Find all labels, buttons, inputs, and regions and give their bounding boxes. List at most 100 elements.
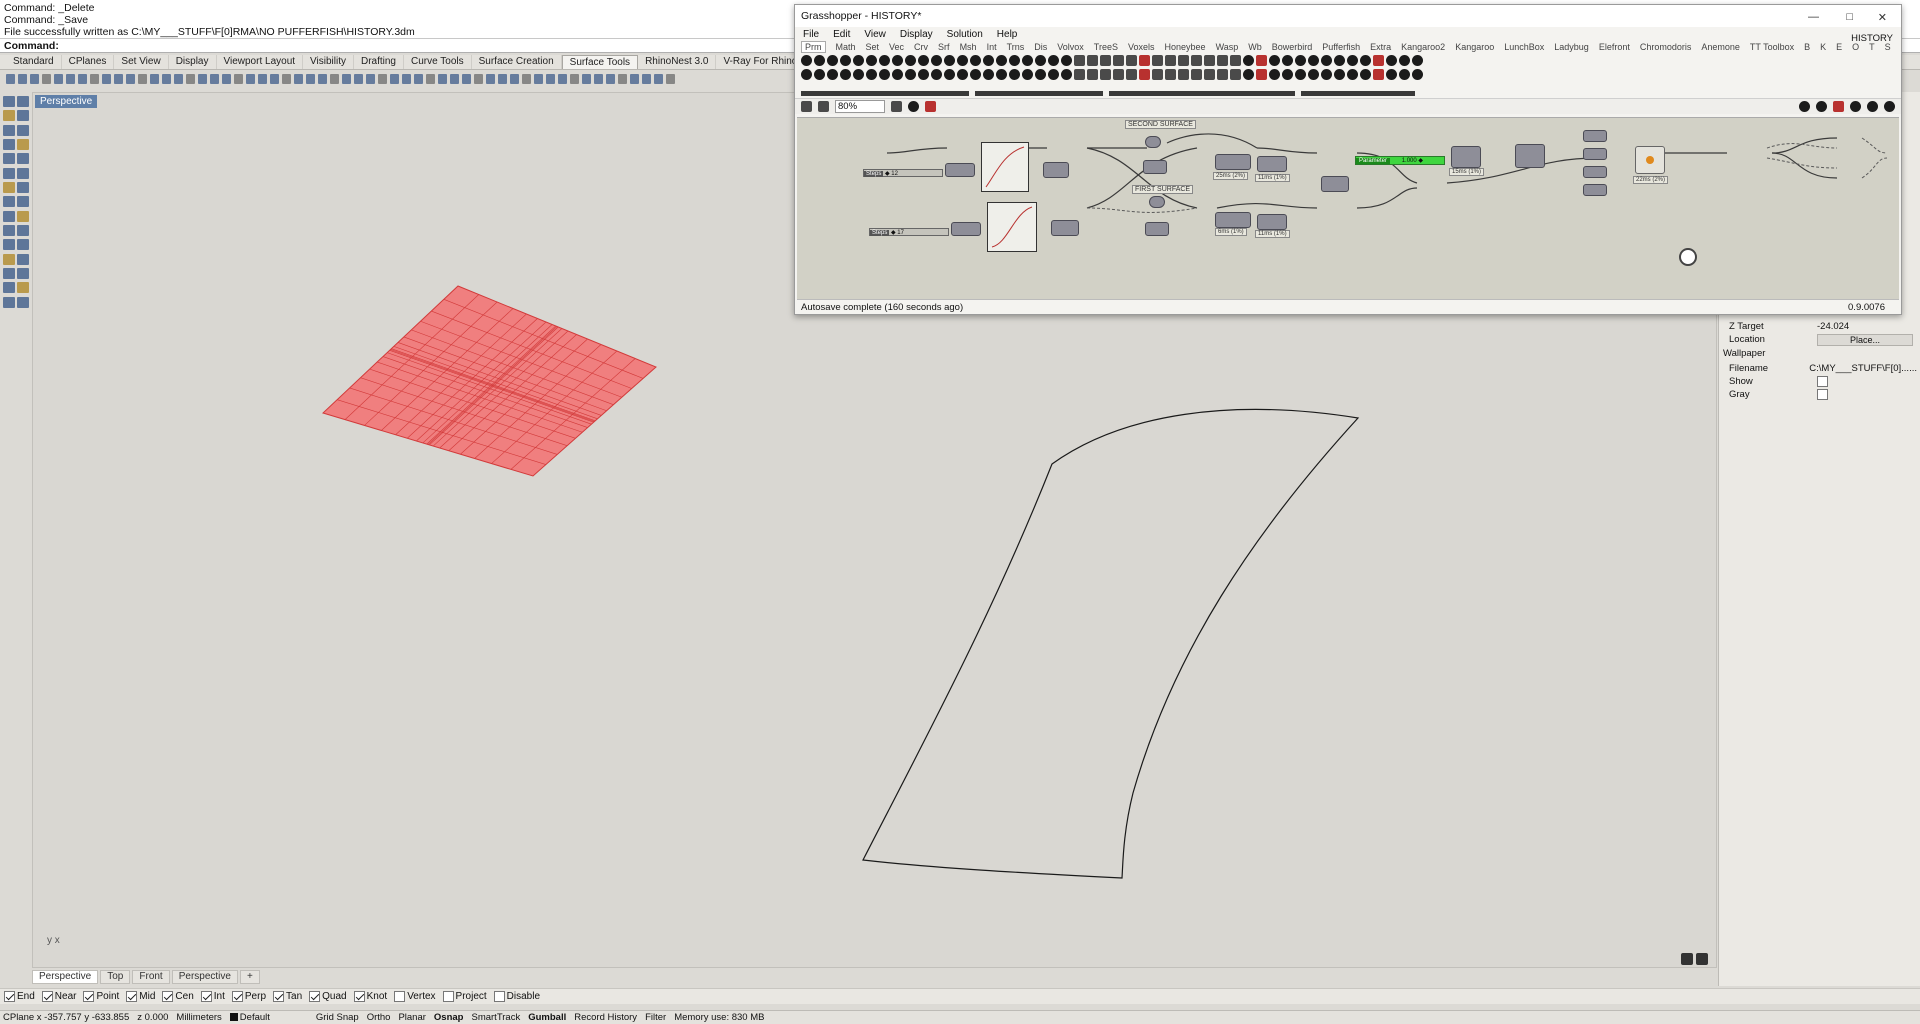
component-icon[interactable] bbox=[1178, 69, 1189, 80]
component-icon[interactable] bbox=[879, 55, 890, 66]
component-icon[interactable] bbox=[1165, 55, 1176, 66]
gray-checkbox[interactable] bbox=[1817, 389, 1828, 400]
minimize-icon[interactable]: — bbox=[1808, 11, 1819, 23]
surface-tool-icon[interactable] bbox=[210, 73, 219, 84]
tab-perspective-2[interactable]: Perspective bbox=[171, 970, 238, 984]
isotrim-node-top[interactable] bbox=[1143, 160, 1167, 174]
category-tab-elefront[interactable]: Elefront bbox=[1599, 42, 1630, 52]
osnap-project[interactable]: Project bbox=[442, 991, 487, 1002]
surface-tool-icon[interactable] bbox=[582, 73, 591, 84]
component-icon[interactable] bbox=[1282, 69, 1293, 80]
component-icon[interactable] bbox=[1269, 69, 1280, 80]
tool-icon[interactable] bbox=[17, 138, 29, 150]
osnap-knot[interactable]: Knot bbox=[353, 991, 387, 1002]
first-surface-label[interactable]: FIRST SURFACE bbox=[1132, 185, 1194, 194]
surface-param-first[interactable] bbox=[1149, 196, 1165, 208]
document-name[interactable]: HISTORY bbox=[1851, 33, 1893, 44]
menu-help[interactable]: Help bbox=[997, 29, 1018, 40]
surface-tool-icon[interactable] bbox=[450, 73, 459, 84]
category-tab-math[interactable]: Math bbox=[836, 42, 856, 52]
tool-icon[interactable] bbox=[3, 181, 15, 193]
component-icon[interactable] bbox=[892, 69, 903, 80]
component-icon[interactable] bbox=[1399, 69, 1410, 80]
units-label[interactable]: Millimeters bbox=[176, 1012, 221, 1023]
steps-slider-bottom[interactable]: Steps ◆ 17 bbox=[869, 228, 949, 236]
menu-display[interactable]: Display bbox=[900, 29, 933, 40]
surface-tool-icon[interactable] bbox=[42, 73, 51, 84]
boundary-curve[interactable] bbox=[862, 408, 1360, 879]
component-icon[interactable] bbox=[1191, 69, 1202, 80]
category-tab-kangaroo2[interactable]: Kangaroo2 bbox=[1401, 42, 1445, 52]
component-icon[interactable] bbox=[1100, 55, 1111, 66]
component-icon[interactable] bbox=[1139, 69, 1150, 80]
surface-tool-icon[interactable] bbox=[30, 73, 39, 84]
osnap-point[interactable]: Point bbox=[83, 991, 119, 1002]
component-icon[interactable] bbox=[1412, 69, 1423, 80]
surface-tool-icon[interactable] bbox=[618, 73, 627, 84]
component-icon[interactable] bbox=[1204, 69, 1215, 80]
category-tab-bowerbird[interactable]: Bowerbird bbox=[1272, 42, 1313, 52]
surface-tool-icon[interactable] bbox=[366, 73, 375, 84]
tool-icon[interactable] bbox=[3, 296, 15, 308]
component-icon[interactable] bbox=[931, 55, 942, 66]
status-toggle-filter[interactable]: Filter bbox=[645, 1012, 666, 1023]
status-toggle-gumball[interactable]: Gumball bbox=[528, 1012, 566, 1023]
command-input[interactable] bbox=[65, 40, 666, 52]
surface-tool-icon[interactable] bbox=[570, 73, 579, 84]
tool-icon[interactable] bbox=[17, 110, 29, 122]
component-icon[interactable] bbox=[1243, 69, 1254, 80]
osnap-checkbox[interactable] bbox=[231, 991, 243, 1002]
component-icon[interactable] bbox=[918, 55, 929, 66]
sdivide-node-bottom[interactable] bbox=[1215, 212, 1251, 228]
remap-node-bottom[interactable] bbox=[1051, 220, 1079, 236]
component-icon[interactable] bbox=[1230, 69, 1241, 80]
category-tab-b[interactable]: B bbox=[1804, 42, 1810, 52]
layer-indicator[interactable]: Default bbox=[229, 1012, 270, 1023]
category-tab-k[interactable]: K bbox=[1820, 42, 1826, 52]
tool-icon[interactable] bbox=[3, 239, 15, 251]
sketch-pen-icon[interactable] bbox=[925, 101, 936, 112]
browse-file-button[interactable]: ... bbox=[1909, 363, 1920, 374]
component-icon[interactable] bbox=[1321, 55, 1332, 66]
component-icon[interactable] bbox=[840, 55, 851, 66]
tab-perspective[interactable]: Perspective bbox=[32, 970, 99, 984]
component-icon[interactable] bbox=[970, 69, 981, 80]
menu-solution[interactable]: Solution bbox=[947, 29, 983, 40]
surface-tool-icon[interactable] bbox=[522, 73, 531, 84]
settings-icon[interactable] bbox=[1696, 953, 1708, 965]
component-icon[interactable] bbox=[905, 55, 916, 66]
tool-icon[interactable] bbox=[3, 253, 15, 265]
close-icon[interactable]: ✕ bbox=[1878, 11, 1887, 24]
component-icon[interactable] bbox=[1295, 55, 1306, 66]
component-icon[interactable] bbox=[983, 55, 994, 66]
surface-tool-icon[interactable] bbox=[234, 73, 243, 84]
graph-mapper-bottom[interactable] bbox=[987, 202, 1037, 252]
tab-cplanes[interactable]: CPlanes bbox=[62, 55, 115, 69]
component-icon[interactable] bbox=[1308, 69, 1319, 80]
osnap-checkbox[interactable] bbox=[41, 991, 53, 1002]
component-icon[interactable] bbox=[1126, 55, 1137, 66]
surface-tool-icon[interactable] bbox=[102, 73, 111, 84]
component-icon[interactable] bbox=[1386, 55, 1397, 66]
remap-node-top[interactable] bbox=[1043, 162, 1069, 178]
steps-slider-top[interactable]: Steps ◆ 12 bbox=[863, 169, 943, 177]
component-icon[interactable] bbox=[1347, 69, 1358, 80]
surface-tool-icon[interactable] bbox=[318, 73, 327, 84]
component-icon[interactable] bbox=[840, 69, 851, 80]
show-checkbox[interactable] bbox=[1817, 376, 1828, 387]
menu-file[interactable]: File bbox=[803, 29, 819, 40]
output-node-3[interactable] bbox=[1583, 166, 1607, 178]
surface-tool-icon[interactable] bbox=[294, 73, 303, 84]
component-icon[interactable] bbox=[1165, 69, 1176, 80]
component-icon[interactable] bbox=[1061, 55, 1072, 66]
category-tab-prm[interactable]: Prm bbox=[801, 41, 826, 53]
surface-tool-icon[interactable] bbox=[306, 73, 315, 84]
category-tab-int[interactable]: Int bbox=[987, 42, 997, 52]
component-icon[interactable] bbox=[1217, 69, 1228, 80]
component-icon[interactable] bbox=[1035, 55, 1046, 66]
tween-node[interactable] bbox=[1451, 146, 1481, 168]
surface-tool-icon[interactable] bbox=[198, 73, 207, 84]
osnap-vertex[interactable]: Vertex bbox=[394, 991, 436, 1002]
tab-rhinonest-3-0[interactable]: RhinoNest 3.0 bbox=[638, 55, 717, 69]
component-icon[interactable] bbox=[905, 69, 916, 80]
